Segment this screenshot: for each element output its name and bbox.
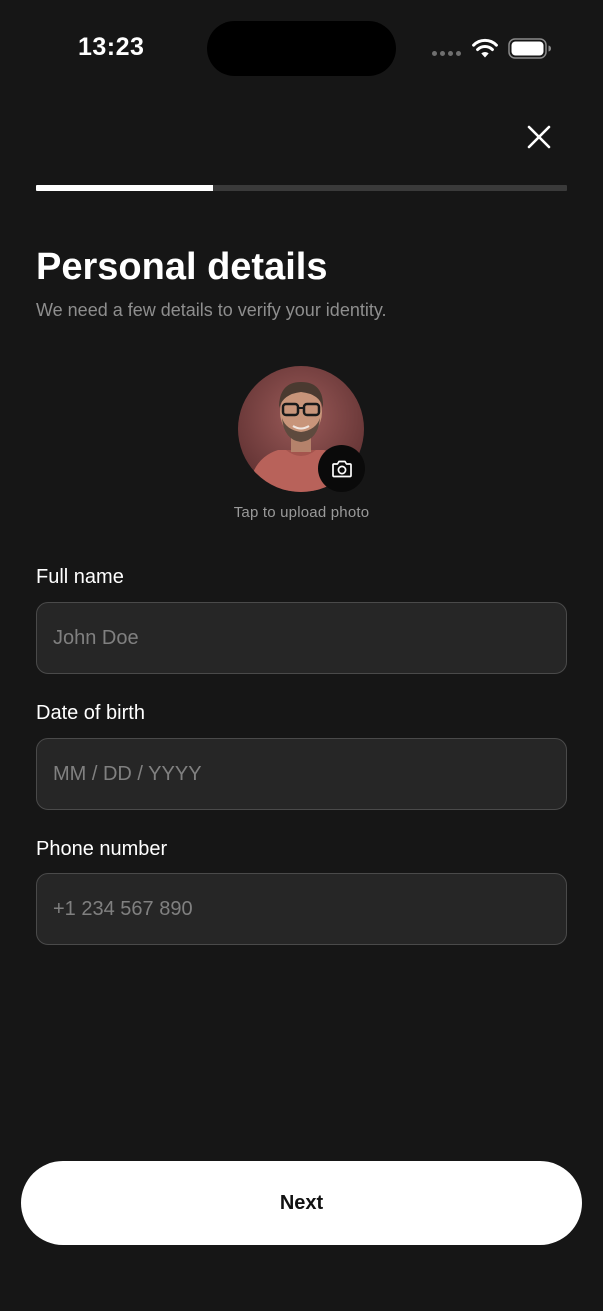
page-subtitle: We need a few details to verify your ide…: [36, 300, 387, 320]
close-button[interactable]: [520, 118, 558, 156]
upload-photo-button[interactable]: [318, 445, 365, 492]
close-icon: [527, 125, 551, 149]
wifi-icon: [472, 38, 498, 58]
phone-number-input[interactable]: [36, 873, 567, 945]
upload-photo-hint: Tap to upload photo: [233, 504, 370, 521]
step-progress-bar: [36, 185, 567, 191]
full-name-label: Full name: [36, 566, 124, 588]
battery-icon: [508, 38, 551, 59]
next-button[interactable]: Next: [21, 1161, 582, 1245]
phone-number-label: Phone number: [36, 838, 168, 860]
date-of-birth-label: Date of birth: [36, 702, 145, 724]
status-bar: 13:23: [0, 0, 603, 98]
cellular-signal-icon: [432, 51, 462, 57]
status-time: 13:23: [78, 33, 145, 61]
dynamic-island: [207, 21, 396, 76]
camera-icon: [331, 460, 352, 477]
full-name-input[interactable]: [36, 602, 567, 674]
step-progress-fill: [36, 185, 213, 191]
page-title: Personal details: [36, 246, 328, 288]
date-of-birth-input[interactable]: [36, 738, 567, 810]
